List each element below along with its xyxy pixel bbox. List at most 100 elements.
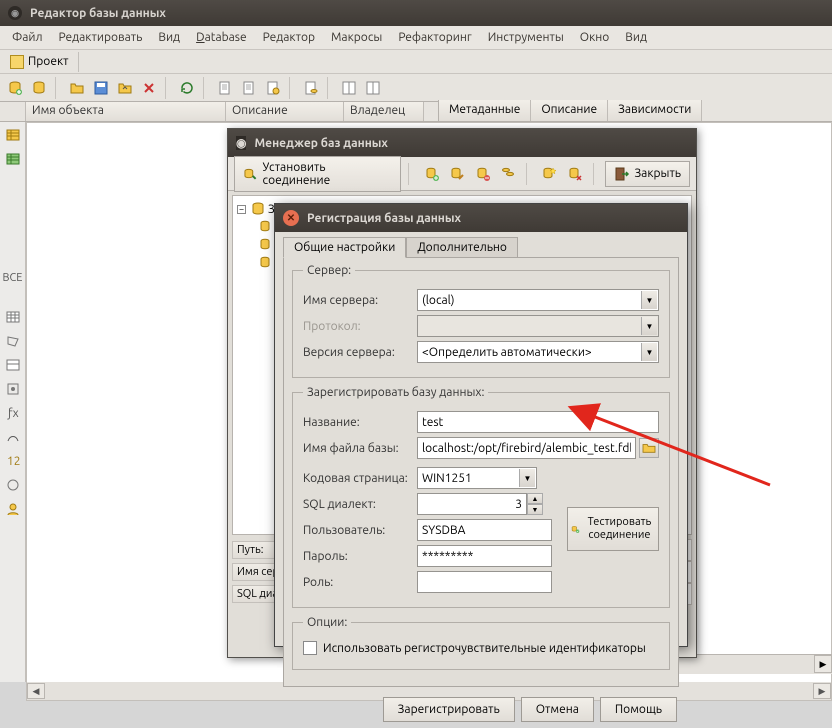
db-file-input[interactable] <box>417 437 636 459</box>
name-input[interactable] <box>417 411 659 433</box>
db-group-icon <box>250 201 266 217</box>
dlg1-close-label: Закрыть <box>634 167 681 180</box>
table-green-icon[interactable] <box>4 150 22 168</box>
codepage-label: Кодовая страница: <box>303 472 413 485</box>
toolbar-db-add-icon[interactable] <box>4 77 26 99</box>
toolbar-doc3-icon[interactable] <box>262 77 284 99</box>
case-sensitive-label: Использовать регистрочувствительные иден… <box>323 642 646 655</box>
window-title: Редактор базы данных <box>30 7 166 20</box>
spin-up-icon[interactable]: ▲ <box>527 493 543 504</box>
dlg1-db-new-icon[interactable] <box>539 163 560 185</box>
menu-database[interactable]: Database <box>188 27 255 48</box>
main-toolbar <box>0 74 832 102</box>
grid-icon[interactable] <box>4 308 22 326</box>
toolbar-doc5-icon[interactable] <box>362 77 384 99</box>
proc-icon[interactable] <box>4 380 22 398</box>
svg-text:123: 123 <box>7 455 21 468</box>
exit-icon <box>614 166 630 182</box>
tree-collapse-icon[interactable]: − <box>237 205 246 214</box>
toolbar-doc1-icon[interactable] <box>214 77 236 99</box>
server-version-select[interactable]: <Определить автоматически>▼ <box>417 341 659 363</box>
svg-text:ƒх: ƒх <box>7 407 19 420</box>
server-name-label: Имя сервера: <box>303 294 413 307</box>
db-file-label: Имя файла базы: <box>303 442 413 455</box>
test-icon <box>571 521 580 537</box>
col-object-name[interactable]: Имя объекта <box>26 102 226 121</box>
sql-dialect-spinner[interactable]: ▲▼ <box>417 493 543 515</box>
connect-button-label: Установить соединение <box>263 161 393 187</box>
dlg2-buttons: Зарегистрировать Отмена Помощь <box>275 691 687 728</box>
scroll-right-icon[interactable]: ▶ <box>813 683 831 699</box>
col-owner[interactable]: Владелец <box>344 102 424 121</box>
connect-button[interactable]: Установить соединение <box>234 156 401 192</box>
dlg1-db-add-icon[interactable] <box>421 163 442 185</box>
dlg1-db-remove-icon[interactable] <box>472 163 493 185</box>
func-icon[interactable]: ƒх <box>4 404 22 422</box>
table-yellow-icon[interactable] <box>4 126 22 144</box>
tab-description[interactable]: Описание <box>531 100 608 121</box>
scroll-left-icon[interactable]: ◀ <box>27 683 45 699</box>
col-description[interactable]: Описание <box>226 102 344 121</box>
dlg1-db-copy-icon[interactable] <box>497 163 518 185</box>
toolbar-refresh-icon[interactable] <box>176 77 198 99</box>
exc-icon[interactable] <box>4 476 22 494</box>
menu-view2[interactable]: Вид <box>617 27 655 48</box>
scroll-right2-icon[interactable]: ▶ <box>814 655 832 673</box>
sql-dialect-input[interactable] <box>417 493 527 515</box>
toolbar-save-icon[interactable] <box>90 77 112 99</box>
menu-refactoring[interactable]: Рефакторинг <box>390 27 479 48</box>
toolbar-sep <box>289 77 295 99</box>
menu-tools[interactable]: Инструменты <box>480 27 572 48</box>
dlg2-tabs: Общие настройки Дополнительно <box>283 236 679 257</box>
toolbar-sep <box>55 77 61 99</box>
protocol-label: Протокол: <box>303 320 413 333</box>
project-tab[interactable]: Проект <box>0 52 79 72</box>
password-input[interactable] <box>417 545 552 567</box>
menu-window[interactable]: Окно <box>572 27 618 48</box>
chevron-down-icon: ▼ <box>641 317 657 335</box>
polygon-icon[interactable] <box>4 332 22 350</box>
toolbar-folder-icon[interactable] <box>66 77 88 99</box>
chevron-down-icon: ▼ <box>519 469 535 487</box>
dlg2-titlebar[interactable]: ✕ Регистрация базы данных <box>275 204 687 232</box>
tab-general[interactable]: Общие настройки <box>283 237 406 258</box>
seq-icon[interactable] <box>4 428 22 446</box>
menu-macros[interactable]: Макросы <box>323 27 390 48</box>
toolbar-doc-db-icon[interactable] <box>300 77 322 99</box>
menu-edit[interactable]: Редактировать <box>51 27 151 48</box>
dlg1-db-edit-icon[interactable] <box>446 163 467 185</box>
table2-icon[interactable] <box>4 356 22 374</box>
chevron-down-icon: ▼ <box>641 291 657 309</box>
toolbar-delete-icon[interactable] <box>138 77 160 99</box>
server-name-select[interactable]: (local)▼ <box>417 289 659 311</box>
user-icon[interactable] <box>4 500 22 518</box>
dlg2-body: Сервер: Имя сервера: (local)▼ Протокол: … <box>283 257 679 687</box>
toolbar-folder-up-icon[interactable] <box>114 77 136 99</box>
server-group-label: Сервер: <box>303 264 355 277</box>
codepage-select[interactable]: WIN1251▼ <box>417 467 537 489</box>
options-group: Опции: Использовать регистрочувствительн… <box>292 616 670 670</box>
dlg1-db-delete-icon[interactable] <box>564 163 585 185</box>
browse-button[interactable] <box>639 438 659 458</box>
toolbar-doc2-icon[interactable] <box>238 77 260 99</box>
user-input[interactable] <box>417 519 552 541</box>
tab-advanced[interactable]: Дополнительно <box>406 237 518 258</box>
toolbar-doc4-icon[interactable] <box>338 77 360 99</box>
tab-metadata[interactable]: Метаданные <box>439 100 531 121</box>
user-label: Пользователь: <box>303 524 413 537</box>
case-sensitive-checkbox[interactable] <box>303 641 317 655</box>
menu-file[interactable]: Файл <box>4 27 51 48</box>
menu-editor[interactable]: Редактор <box>255 27 323 48</box>
options-group-label: Опции: <box>303 616 351 629</box>
spin-down-icon[interactable]: ▼ <box>527 504 543 515</box>
role-input[interactable] <box>417 571 552 593</box>
dlg1-titlebar[interactable]: ◉ Менеджер баз данных <box>228 129 696 157</box>
dlg1-close-button[interactable]: Закрыть <box>605 161 690 187</box>
gen-icon[interactable]: 123 <box>4 452 22 470</box>
menu-view[interactable]: Вид <box>150 27 188 48</box>
tab-dependencies[interactable]: Зависимости <box>608 100 702 121</box>
sql-dialect-label: SQL диалект: <box>303 498 413 511</box>
test-connection-button[interactable]: Тестировать соединение <box>567 507 659 551</box>
toolbar-db-alt-icon[interactable] <box>28 77 50 99</box>
dlg2-close-icon[interactable]: ✕ <box>283 210 299 226</box>
